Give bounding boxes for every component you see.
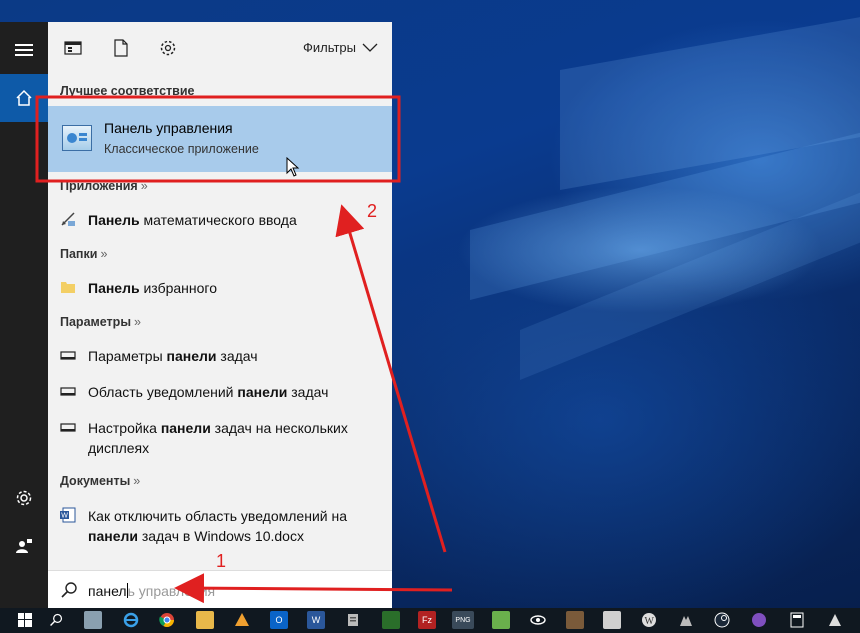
filters-dropdown[interactable]: Фильтры: [303, 40, 378, 55]
list-item-label: Настройка панели задач на нескольких дис…: [88, 420, 348, 456]
svg-text:W: W: [61, 513, 68, 520]
section-chevron: »: [100, 247, 108, 261]
list-item[interactable]: W Как отключить область уведомлений на п…: [48, 498, 392, 552]
wordpress-icon[interactable]: W: [640, 611, 658, 629]
app-shortcut-icon[interactable]: [603, 611, 621, 629]
app-shortcut-icon[interactable]: [492, 611, 510, 629]
list-item[interactable]: Панель математического ввода: [48, 202, 392, 236]
steam-icon[interactable]: [713, 611, 731, 629]
section-chevron: »: [133, 474, 141, 488]
annotation-step-1: 1: [216, 551, 227, 571]
list-item-label: Область уведомлений панели задач: [88, 384, 329, 400]
search-icon: [50, 613, 63, 626]
hamburger-menu-button[interactable]: [0, 26, 48, 74]
search-results-panel: Фильтры Лучшее соответствие Панель управ…: [48, 22, 392, 608]
folders-header[interactable]: Папки»: [60, 247, 107, 261]
apps-header-label: Приложения: [60, 179, 138, 193]
home-icon: [16, 89, 32, 106]
word-icon[interactable]: W: [307, 611, 325, 629]
list-item-label: Как отключить область уведомлений на пан…: [88, 508, 347, 544]
best-match-subtitle: Классическое приложение: [104, 142, 259, 156]
feedback-button[interactable]: [0, 522, 48, 570]
documents-header-label: Документы: [60, 474, 131, 488]
panel-toolbar: Фильтры: [48, 22, 392, 74]
app-shortcut-icon[interactable]: [233, 611, 251, 629]
search-suggestion: управления: [134, 583, 216, 599]
word-document-icon: W: [60, 507, 76, 523]
png-file-icon[interactable]: PNG: [452, 611, 474, 629]
control-panel-icon: [62, 125, 92, 151]
documents-filter-button[interactable]: [110, 38, 132, 58]
app-shortcut-icon[interactable]: [677, 611, 695, 629]
start-left-rail: [0, 22, 48, 608]
taskbar-settings-icon: [60, 423, 76, 432]
list-item-label: Параметры панели задач: [88, 348, 258, 364]
calculator-icon[interactable]: [788, 611, 806, 629]
mouse-cursor-icon: [286, 157, 300, 177]
settings-header[interactable]: Параметры»: [60, 315, 141, 329]
windows-logo-icon: [18, 613, 32, 627]
chrome-icon[interactable]: [158, 611, 176, 629]
section-chevron: »: [134, 315, 141, 329]
taskbar-search-button[interactable]: [47, 611, 65, 629]
hamburger-icon: [15, 44, 33, 56]
section-chevron: »: [140, 179, 148, 193]
apps-filter-button[interactable]: [62, 38, 84, 58]
start-button[interactable]: [16, 611, 34, 629]
search-box[interactable]: панель управления: [48, 570, 392, 610]
taskbar-settings-icon: [60, 387, 76, 396]
taskbar: O W Fz PNG W: [0, 608, 860, 633]
home-button[interactable]: [0, 74, 48, 122]
svg-text:W: W: [645, 616, 655, 627]
folders-header-label: Папки: [60, 247, 98, 261]
best-match-result[interactable]: Панель управления Классическое приложени…: [48, 106, 392, 172]
document-icon: [114, 39, 128, 57]
math-input-icon: [61, 212, 75, 226]
app-shortcut-icon[interactable]: [566, 611, 584, 629]
search-icon: [61, 582, 77, 598]
settings-button[interactable]: [0, 474, 48, 522]
annotation-step-2: 2: [367, 201, 378, 221]
gear-icon: [160, 40, 176, 56]
filezilla-icon[interactable]: Fz: [418, 611, 436, 629]
torrent-icon[interactable]: [750, 611, 768, 629]
best-match-header: Лучшее соответствие: [60, 84, 195, 98]
person-feedback-icon: [16, 539, 32, 553]
best-match-title: Панель управления: [104, 120, 233, 136]
list-item[interactable]: Параметры панели задач: [48, 338, 392, 372]
outlook-icon[interactable]: O: [270, 611, 288, 629]
folder-icon: [61, 282, 75, 293]
settings-filter-button[interactable]: [157, 38, 179, 58]
filters-label: Фильтры: [302, 40, 356, 55]
eye-app-icon[interactable]: [529, 611, 547, 629]
search-input[interactable]: панель управления: [88, 583, 215, 599]
app-shortcut-icon[interactable]: [826, 611, 844, 629]
settings-header-label: Параметры: [60, 315, 131, 329]
chevron-down-icon: [362, 43, 378, 52]
documents-header[interactable]: Документы»: [60, 474, 140, 488]
taskbar-settings-icon: [60, 351, 76, 360]
gear-icon: [16, 490, 32, 506]
list-item-label: Панель математического ввода: [88, 212, 297, 228]
file-explorer-icon[interactable]: [196, 611, 214, 629]
list-item[interactable]: Настройка панели задач на нескольких дис…: [48, 410, 392, 464]
app-window-icon: [64, 41, 82, 55]
internet-explorer-icon[interactable]: [122, 611, 140, 629]
app-shortcut-icon[interactable]: [382, 611, 400, 629]
list-item[interactable]: Панель избранного: [48, 270, 392, 304]
app-shortcut-icon[interactable]: [344, 611, 362, 629]
list-item-label: Панель избранного: [88, 280, 217, 296]
apps-header[interactable]: Приложения»: [60, 179, 148, 193]
app-shortcut-icon[interactable]: [84, 611, 102, 629]
list-item[interactable]: Область уведомлений панели задач: [48, 374, 392, 408]
